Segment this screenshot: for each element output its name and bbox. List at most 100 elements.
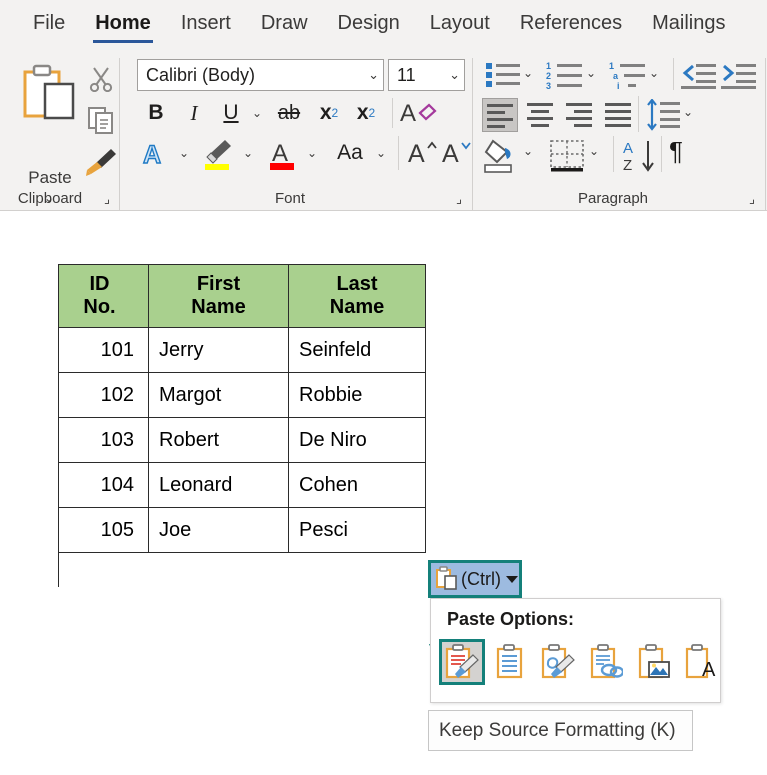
highlight-chevron-down-icon[interactable]: ⌄: [237, 140, 259, 166]
format-painter-button[interactable]: [84, 146, 118, 178]
paste-options-ctrl-badge[interactable]: (Ctrl): [428, 560, 522, 598]
subscript-button[interactable]: x2: [313, 98, 345, 128]
clipboard-dialog-launcher-icon[interactable]: ⌟: [104, 192, 110, 205]
paste-option-keep-source-formatting[interactable]: [439, 639, 485, 685]
font-color-button[interactable]: A: [266, 136, 300, 172]
cell-first: Joe: [148, 507, 289, 553]
column-header-first-name: First Name: [148, 264, 289, 328]
numbering-chevron-down-icon[interactable]: ⌄: [586, 64, 596, 82]
cut-button[interactable]: [86, 64, 116, 94]
table-row: 104 Leonard Cohen: [58, 462, 426, 508]
subscript-base: x: [319, 101, 332, 124]
paste-options-icon-row: A: [439, 639, 725, 685]
shading-button[interactable]: [483, 138, 519, 179]
bullets-chevron-down-icon[interactable]: ⌄: [523, 64, 533, 82]
sort-button[interactable]: A Z: [621, 138, 657, 179]
bullets-button[interactable]: [485, 60, 521, 95]
text-effects-chevron-down-icon[interactable]: ⌄: [173, 140, 195, 166]
multilevel-list-button[interactable]: 1 a i: [609, 60, 647, 95]
cell-id: 103: [58, 417, 149, 463]
font-name-combo[interactable]: Calibri (Body) ⌄: [137, 59, 384, 91]
font-size-combo[interactable]: 11 ⌄: [388, 59, 465, 91]
font-group: Calibri (Body) ⌄ 11 ⌄ B I U ⌄ ab x2 x2 A…: [120, 50, 472, 211]
font-color-chevron-down-icon[interactable]: ⌄: [301, 140, 323, 166]
paste-button[interactable]: [18, 62, 80, 124]
decrease-font-size-button[interactable]: A: [440, 136, 474, 170]
strikethrough-button[interactable]: ab: [272, 98, 306, 128]
group-separator-3: [765, 58, 766, 236]
change-case-button[interactable]: Aa: [328, 138, 372, 168]
paste-options-panel: Paste Options: A: [430, 598, 721, 703]
paragraph-dialog-launcher-icon[interactable]: ⌟: [749, 192, 755, 205]
cell-first: Robert: [148, 417, 289, 463]
tab-references[interactable]: References: [505, 0, 637, 45]
show-formatting-marks-button[interactable]: ¶: [669, 138, 683, 164]
svg-text:A: A: [623, 140, 633, 157]
justify-button[interactable]: [604, 101, 634, 134]
copy-button[interactable]: [86, 104, 116, 136]
font-row3-separator: [398, 136, 399, 170]
paste-option-merge-formatting[interactable]: [487, 639, 533, 685]
cell-id: 102: [58, 372, 149, 418]
italic-button[interactable]: I: [180, 98, 208, 128]
bold-button[interactable]: B: [142, 98, 170, 128]
cell-last: Robbie: [288, 372, 426, 418]
align-left-button[interactable]: [482, 98, 518, 132]
cell-last: De Niro: [288, 417, 426, 463]
paragraph-group: ⌄ 1 2 3 ⌄ 1 a i ⌄ ⌄ ⌄ ⌄ A Z ¶ Paragraph …: [473, 50, 765, 211]
tab-layout[interactable]: Layout: [415, 0, 505, 45]
tab-insert[interactable]: Insert: [166, 0, 246, 45]
tab-draw[interactable]: Draw: [246, 0, 323, 45]
text-highlight-color-button[interactable]: [202, 136, 236, 172]
tab-mailings[interactable]: Mailings: [637, 0, 740, 45]
underline-chevron-down-icon[interactable]: ⌄: [246, 100, 268, 126]
multilevel-list-chevron-down-icon[interactable]: ⌄: [649, 64, 659, 82]
tab-design[interactable]: Design: [323, 0, 415, 45]
cell-id: 101: [58, 327, 149, 373]
superscript-button[interactable]: x2: [350, 98, 382, 128]
increase-indent-button[interactable]: [721, 60, 757, 95]
ctrl-badge-dropdown-triangle-icon[interactable]: [505, 575, 518, 583]
line-spacing-chevron-down-icon[interactable]: ⌄: [683, 103, 693, 121]
cell-last: Cohen: [288, 462, 426, 508]
table-row: 102 Margot Robbie: [58, 372, 426, 418]
cell-first: Leonard: [148, 462, 289, 508]
table-row: 101 Jerry Seinfeld: [58, 327, 426, 373]
cell-first: Margot: [148, 372, 289, 418]
subscript-index: 2: [331, 106, 339, 120]
font-name-chevron-down-icon[interactable]: ⌄: [364, 67, 379, 83]
superscript-index: 2: [368, 106, 376, 120]
clipboard-group-label: Clipboard: [17, 190, 83, 207]
change-case-chevron-down-icon[interactable]: ⌄: [370, 140, 392, 166]
clear-all-formatting-button[interactable]: A: [398, 96, 438, 130]
center-button[interactable]: [526, 101, 556, 134]
borders-chevron-down-icon[interactable]: ⌄: [589, 142, 599, 160]
table-row: 105 Joe Pesci: [58, 507, 426, 553]
svg-text:A: A: [702, 659, 716, 680]
ribbon: Paste ⌄ Clipboard ⌟ Calibri (Body) ⌄ 11 …: [0, 50, 767, 236]
empty-paragraph-cell: [58, 552, 426, 587]
svg-text:A: A: [272, 140, 288, 167]
align-right-button[interactable]: [565, 101, 595, 134]
tab-home[interactable]: Home: [80, 0, 166, 45]
line-and-paragraph-spacing-button[interactable]: [645, 98, 681, 136]
shading-chevron-down-icon[interactable]: ⌄: [523, 142, 533, 160]
borders-button[interactable]: [549, 139, 587, 178]
paste-option-picture[interactable]: [631, 639, 677, 685]
font-group-label: Font: [274, 190, 305, 207]
text-effects-button[interactable]: A: [140, 137, 172, 171]
table-row: 103 Robert De Niro: [58, 417, 426, 463]
paste-option-keep-text-only-link[interactable]: [583, 639, 629, 685]
decrease-indent-button[interactable]: [681, 60, 717, 95]
font-size-chevron-down-icon[interactable]: ⌄: [445, 67, 460, 83]
cell-last: Pesci: [288, 507, 426, 553]
paste-option-use-destination-styles[interactable]: [535, 639, 581, 685]
underline-button[interactable]: U: [217, 98, 245, 128]
numbering-button[interactable]: 1 2 3: [546, 60, 584, 95]
increase-font-size-button[interactable]: A: [406, 136, 440, 170]
font-dialog-launcher-icon[interactable]: ⌟: [456, 192, 462, 205]
tab-file[interactable]: File: [18, 0, 80, 45]
paste-option-keep-text-only[interactable]: A: [679, 639, 725, 685]
paste-button-label: Paste: [28, 168, 72, 187]
svg-text:i: i: [617, 81, 620, 90]
